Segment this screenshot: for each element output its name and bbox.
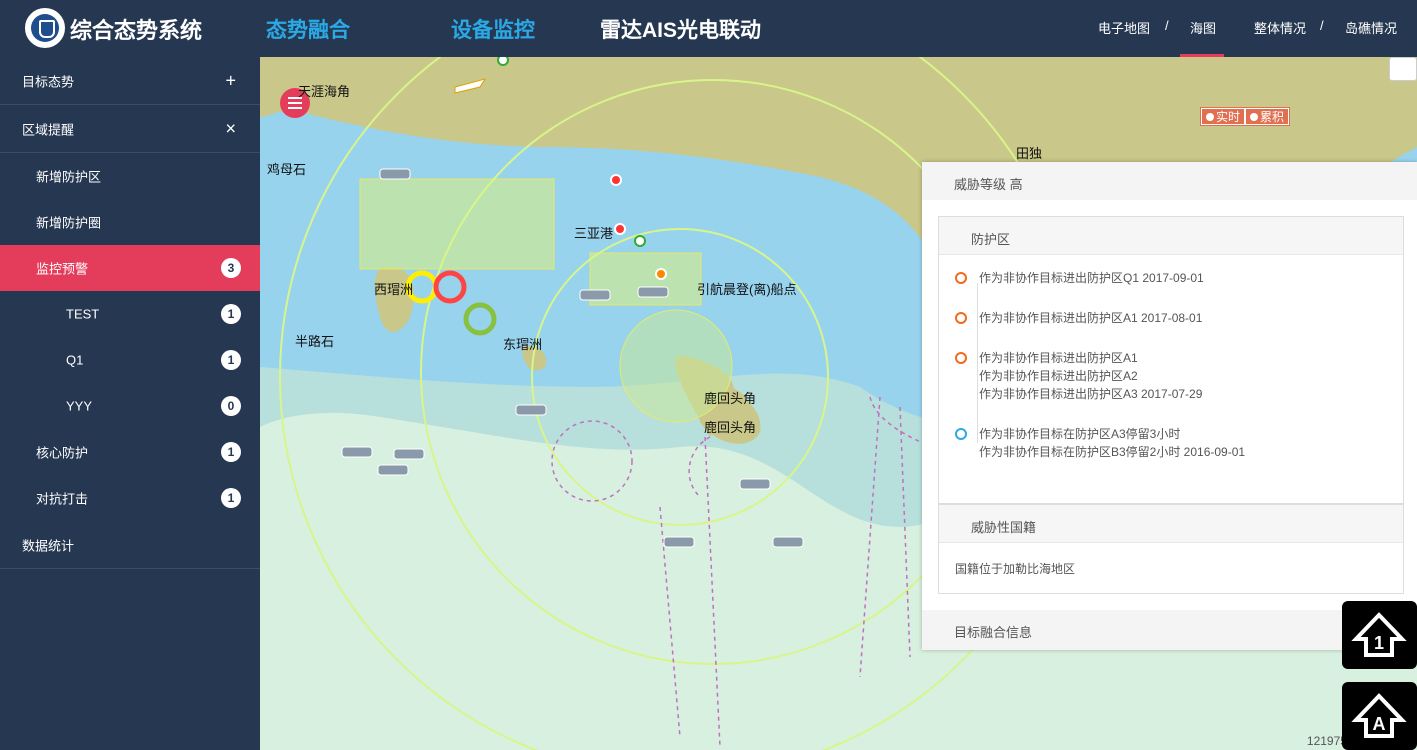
map-place-label: 东瑁洲 <box>503 337 543 352</box>
event-text: 作为非协作目标进出防护区A3 2017-07-29 <box>979 387 1203 401</box>
threat-level-header[interactable]: 威胁等级 高 <box>922 162 1417 200</box>
sidebar-item-label: 对抗打击 <box>36 491 89 507</box>
collapse-icon[interactable]: × <box>225 118 236 139</box>
event-text: 作为非协作目标在防护区A3停留3小时 <box>979 427 1181 441</box>
tab-electronic-map[interactable]: 电子地图 <box>1098 18 1150 37</box>
sidebar-item-new-circle[interactable]: 新增防护圈 <box>0 199 260 245</box>
tab-separator: / <box>1165 18 1169 33</box>
map-place-label: 鹿回头角 <box>704 391 757 406</box>
nationality-card: 威胁性国籍 国籍位于加勒比海地区 <box>938 504 1404 594</box>
tab-separator: / <box>1320 18 1324 33</box>
sidebar-item-area-alert[interactable]: 区域提醒 × <box>0 105 260 152</box>
tab-overall[interactable]: 整体情况 <box>1254 18 1306 37</box>
sidebar-item-label: 区域提醒 <box>22 122 75 137</box>
sidebar: 目标态势 + 区域提醒 × 新增防护区 新增防护圈 监控预警 3 TEST 1 … <box>0 57 260 750</box>
marker-a-icon[interactable]: A <box>1342 682 1417 750</box>
map-place-label: 半路石 <box>295 334 335 349</box>
sidebar-item-test[interactable]: TEST 1 <box>0 291 260 337</box>
sidebar-item-yyy[interactable]: YYY 0 <box>0 383 260 429</box>
sidebar-item-label: 监控预警 <box>36 261 89 277</box>
timeline-dot <box>955 272 967 284</box>
map-place-label: 天涯海角 <box>298 84 351 99</box>
sidebar-item-label: TEST <box>66 306 100 322</box>
count-badge: 1 <box>221 304 241 324</box>
nav-device-monitor[interactable]: 设备监控 <box>451 14 535 44</box>
sidebar-item-new-zone[interactable]: 新增防护区 <box>0 153 260 199</box>
sidebar-item-label: YYY <box>66 398 93 414</box>
protection-zone-card: 防护区 作为非协作目标进出防护区Q1 2017-09-01 作为非协作目标进出防… <box>938 216 1404 504</box>
sidebar-item-counter-strike[interactable]: 对抗打击 1 <box>0 475 260 521</box>
event-text: 作为非协作目标进出防护区Q1 2017-09-01 <box>979 271 1204 285</box>
timeline-line <box>977 283 978 443</box>
count-badge: 1 <box>221 488 241 508</box>
nav-situation-fusion[interactable]: 态势融合 <box>266 14 350 44</box>
sidebar-item-target-situation[interactable]: 目标态势 + <box>0 57 260 104</box>
tab-islands[interactable]: 岛礁情况 <box>1345 18 1397 37</box>
sidebar-item-label: Q1 <box>66 352 84 368</box>
map-place-label: 鹿回头角 <box>704 420 757 435</box>
layers-icon[interactable] <box>1389 57 1417 81</box>
realtime-tag[interactable]: 实时 <box>1202 109 1245 124</box>
sidebar-item-label: 新增防护区 <box>36 169 102 185</box>
app-logo <box>25 8 65 48</box>
time-mode-toggle[interactable]: 实时 累积 <box>1200 107 1291 126</box>
sidebar-item-label: 数据统计 <box>22 538 75 553</box>
top-header: 综合态势系统 态势融合 设备监控 雷达AIS光电联动 电子地图 / 海图 整体情… <box>0 0 1417 57</box>
sidebar-item-statistics[interactable]: 数据统计 <box>0 521 260 568</box>
svg-text:1: 1 <box>1374 633 1384 653</box>
map-place-label: 三亚港 <box>574 226 614 241</box>
sidebar-item-label: 核心防护 <box>36 445 89 461</box>
sidebar-item-monitor-warning[interactable]: 监控预警 3 <box>0 245 260 291</box>
map-place-label: 引航晨登(离)船点 <box>697 282 797 297</box>
threat-info-panel: 威胁等级 高 防护区 作为非协作目标进出防护区Q1 2017-09-01 作为非… <box>922 162 1417 650</box>
event-text: 作为非协作目标进出防护区A1 <box>979 351 1138 365</box>
map-place-label: 西瑁洲 <box>374 282 414 297</box>
svg-text:A: A <box>1373 714 1386 734</box>
expand-icon[interactable]: + <box>225 70 236 91</box>
sidebar-item-q1[interactable]: Q1 1 <box>0 337 260 383</box>
timeline-dot <box>955 312 967 324</box>
marker-1-icon[interactable]: 1 <box>1342 601 1417 669</box>
sidebar-item-core-protection[interactable]: 核心防护 1 <box>0 429 260 475</box>
event-text: 作为非协作目标在防护区B3停留2小时 2016-09-01 <box>979 445 1246 459</box>
nationality-header[interactable]: 威胁性国籍 <box>939 505 1403 543</box>
count-badge: 1 <box>221 350 241 370</box>
count-badge: 3 <box>221 258 241 278</box>
count-badge: 0 <box>221 396 241 416</box>
nationality-text: 国籍位于加勒比海地区 <box>955 562 1076 576</box>
map-place-label: 鸡母石 <box>267 162 307 177</box>
accumulated-tag[interactable]: 累积 <box>1246 109 1289 124</box>
nav-radar-ais-linkage[interactable]: 雷达AIS光电联动 <box>600 14 761 44</box>
timeline-dot <box>955 428 967 440</box>
sidebar-item-label: 目标态势 <box>22 74 75 89</box>
event-text: 作为非协作目标进出防护区A2 <box>979 369 1138 383</box>
count-badge: 1 <box>221 442 241 462</box>
timeline-dot <box>955 352 967 364</box>
protection-zone-header[interactable]: 防护区 <box>939 217 1403 255</box>
sidebar-item-label: 新增防护圈 <box>36 215 102 231</box>
app-title: 综合态势系统 <box>70 18 203 43</box>
map-place-label: 田独 <box>1016 146 1043 161</box>
tab-sea-chart[interactable]: 海图 <box>1190 18 1216 37</box>
event-text: 作为非协作目标进出防护区A1 2017-08-01 <box>979 311 1203 325</box>
